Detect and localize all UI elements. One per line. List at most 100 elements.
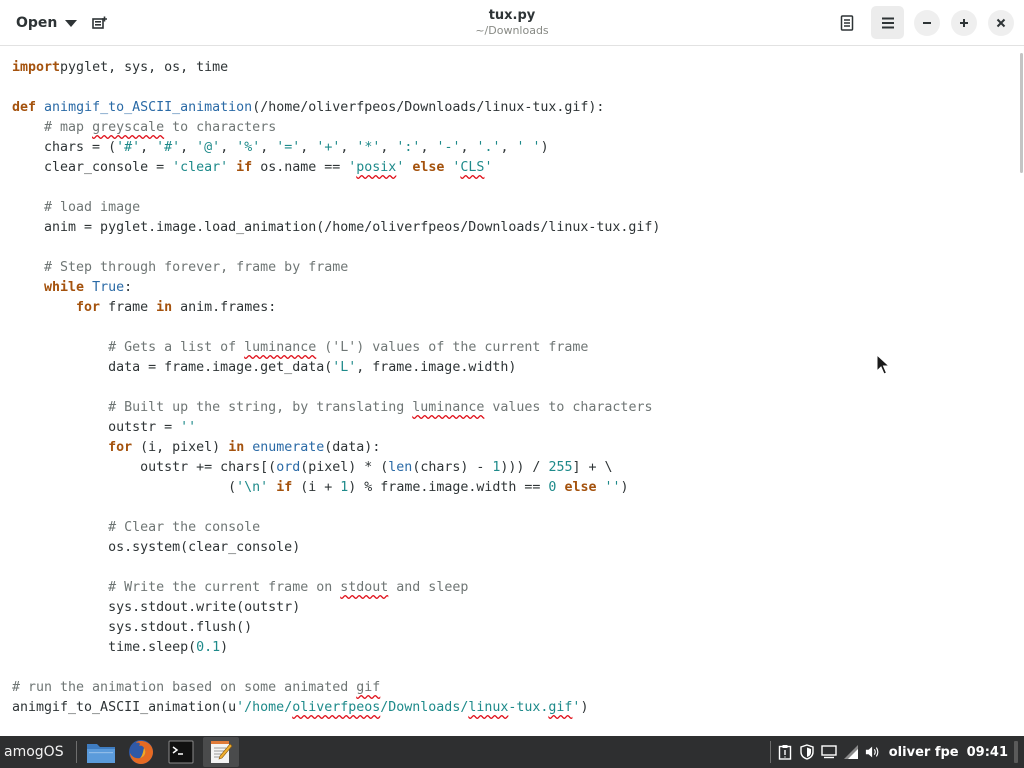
- mouse-pointer-icon: [876, 354, 890, 375]
- code-editor[interactable]: importpyglet, sys, os, time def animgif_…: [0, 47, 1024, 735]
- code-token: sys.stdout.flush(): [12, 620, 253, 635]
- code-token: linux: [468, 700, 509, 715]
- code-token: -tux.: [508, 700, 549, 715]
- code-line[interactable]: [12, 658, 660, 678]
- display-button[interactable]: [821, 744, 837, 760]
- code-token: ':': [396, 140, 421, 155]
- code-token: ,: [340, 140, 357, 155]
- code-token: ,: [180, 140, 197, 155]
- code-token: data = frame.image.get_data(: [12, 360, 333, 375]
- code-token: anim = pyglet.image.load_animation(/home…: [12, 220, 661, 235]
- code-line[interactable]: # run the animation based on some animat…: [12, 678, 660, 698]
- code-line[interactable]: [12, 378, 660, 398]
- code-line[interactable]: animgif_to_ASCII_animation(u'/home/olive…: [12, 698, 660, 718]
- volume-icon: [865, 746, 879, 758]
- code-line[interactable]: sys.stdout.flush(): [12, 618, 660, 638]
- code-line[interactable]: data = frame.image.get_data('L', frame.i…: [12, 358, 660, 378]
- code-token: if: [276, 480, 293, 495]
- taskbar-terminal[interactable]: [163, 737, 199, 767]
- minimize-button[interactable]: [914, 10, 940, 36]
- code-line[interactable]: [12, 558, 660, 578]
- code-line[interactable]: [12, 178, 660, 198]
- open-button[interactable]: Open: [6, 9, 87, 37]
- code-token: gif: [356, 680, 381, 695]
- code-token: luminance: [244, 340, 317, 355]
- taskbar-text-editor[interactable]: [203, 737, 239, 767]
- code-line[interactable]: # map greyscale to characters: [12, 118, 660, 138]
- code-token: gif: [548, 700, 573, 715]
- volume-button[interactable]: [865, 744, 881, 760]
- code-token: (i, pixel): [132, 440, 229, 455]
- code-line[interactable]: outstr = '': [12, 418, 660, 438]
- code-token: greyscale: [92, 120, 165, 135]
- maximize-button[interactable]: [951, 10, 977, 36]
- code-line[interactable]: # load image: [12, 198, 660, 218]
- code-text[interactable]: importpyglet, sys, os, time def animgif_…: [12, 58, 660, 718]
- code-token: '/home/: [236, 700, 293, 715]
- code-line[interactable]: time.sleep(0.1): [12, 638, 660, 658]
- code-token: while: [44, 280, 85, 295]
- code-token: ' ': [516, 140, 541, 155]
- security-button[interactable]: [799, 744, 815, 760]
- start-menu-button[interactable]: amogOS: [0, 744, 72, 760]
- code-token: anim.frames:: [172, 300, 277, 315]
- code-token: luminance: [412, 400, 485, 415]
- code-line[interactable]: os.system(clear_console): [12, 538, 660, 558]
- show-desktop-button[interactable]: [1014, 741, 1018, 763]
- document-list-icon: [840, 15, 854, 31]
- tray-user-name[interactable]: oliver fpe: [889, 745, 959, 760]
- code-line[interactable]: # Clear the console: [12, 518, 660, 538]
- network-button[interactable]: [843, 744, 859, 760]
- code-line[interactable]: chars = ('#', '#', '@', '%', '=', '+', '…: [12, 138, 660, 158]
- code-line[interactable]: [12, 238, 660, 258]
- taskbar-file-manager[interactable]: [83, 737, 119, 767]
- code-line[interactable]: anim = pyglet.image.load_animation(/home…: [12, 218, 660, 238]
- code-token: import: [12, 60, 61, 75]
- code-line[interactable]: clear_console = 'clear' if os.name == ' p…: [12, 158, 660, 178]
- code-line[interactable]: # Step through forever, frame by frame: [12, 258, 660, 278]
- code-token: # Step through forever, frame by frame: [12, 260, 349, 275]
- new-tab-button[interactable]: [86, 11, 114, 35]
- taskbar-firefox[interactable]: [123, 737, 159, 767]
- close-button[interactable]: [988, 10, 1014, 36]
- code-token: time.sleep(: [12, 640, 197, 655]
- code-token: animgif_to_ASCII_animation(u: [12, 700, 237, 715]
- code-token: outstr += chars[(: [12, 460, 277, 475]
- code-line[interactable]: [12, 498, 660, 518]
- document-path: ~/Downloads: [475, 24, 549, 37]
- code-token: to characters: [164, 120, 277, 135]
- vertical-scrollbar[interactable]: [1020, 53, 1023, 173]
- code-line[interactable]: outstr += chars[(ord(pixel) * (len(chars…: [12, 458, 660, 478]
- code-line[interactable]: [12, 78, 660, 98]
- code-token: # Built up the string, by translating: [12, 400, 413, 415]
- code-line[interactable]: importpyglet, sys, os, time: [12, 58, 660, 78]
- code-token: for: [76, 300, 101, 315]
- code-line[interactable]: while True:: [12, 278, 660, 298]
- side-panel-button[interactable]: [832, 8, 862, 38]
- terminal-icon: [168, 740, 194, 764]
- code-line[interactable]: ('\n' if (i + 1) % frame.image.width == …: [12, 478, 660, 498]
- hamburger-menu-button[interactable]: [871, 6, 904, 39]
- text-editor-icon: [211, 741, 233, 763]
- code-token: (i +: [292, 480, 341, 495]
- code-token: # Write the current frame on: [12, 580, 341, 595]
- code-line[interactable]: sys.stdout.write(outstr): [12, 598, 660, 618]
- code-line[interactable]: # Built up the string, by translating lu…: [12, 398, 660, 418]
- hamburger-icon: [881, 17, 894, 28]
- code-token: ))) /: [500, 460, 549, 475]
- clipboard-button[interactable]: [777, 744, 793, 760]
- code-line[interactable]: def animgif_to_ASCII_animation(/home/oli…: [12, 98, 660, 118]
- code-token: :: [124, 280, 133, 295]
- code-line[interactable]: for frame in anim.frames:: [12, 298, 660, 318]
- code-line[interactable]: # Write the current frame on stdout and …: [12, 578, 660, 598]
- code-line[interactable]: # Gets a list of luminance ('L') values …: [12, 338, 660, 358]
- code-line[interactable]: for (i, pixel) in enumerate(data):: [12, 438, 660, 458]
- tray-clock[interactable]: 09:41: [967, 745, 1008, 760]
- code-token: CLS: [460, 160, 485, 175]
- code-line[interactable]: [12, 318, 660, 338]
- code-token: (: [12, 480, 237, 495]
- shield-icon: [800, 744, 814, 760]
